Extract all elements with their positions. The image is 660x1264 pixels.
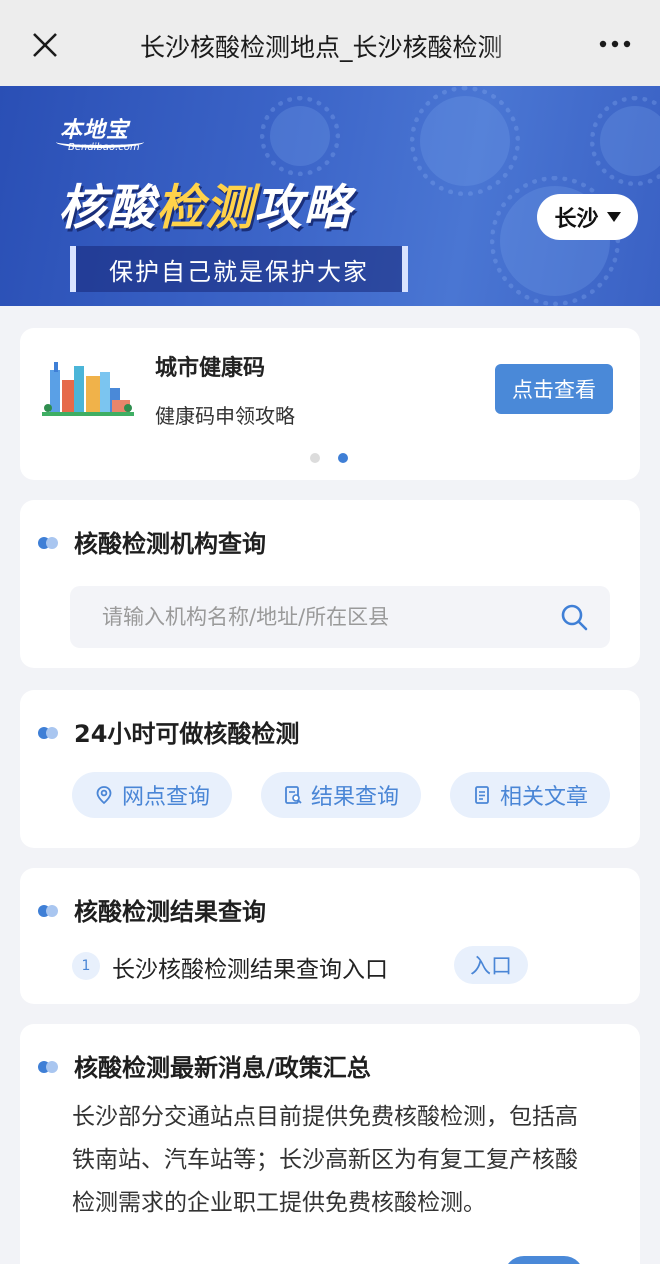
virus-decoration: [590, 96, 660, 186]
more-button[interactable]: [504, 1256, 584, 1264]
city-selector[interactable]: 长沙: [537, 194, 638, 240]
section-bullet-icon: [38, 724, 64, 740]
more-dots-icon[interactable]: [598, 38, 632, 50]
banner-title-part: 核酸: [58, 180, 157, 236]
health-code-card: 城市健康码 健康码申领攻略 点击查看: [20, 328, 640, 480]
section-header: 核酸检测机构查询: [38, 524, 266, 559]
carousel-dot-active[interactable]: [338, 453, 348, 463]
city-label: 长沙: [554, 207, 599, 232]
search-document-icon: [285, 786, 302, 804]
health-code-subtitle: 健康码申领攻略: [155, 404, 295, 428]
latest-news-card: 核酸检测最新消息/政策汇总 长沙部分交通站点目前提供免费核酸检测，包括高铁南站、…: [20, 1024, 640, 1264]
section-title: 24小时可做核酸检测: [74, 720, 300, 748]
health-code-title: 城市健康码: [155, 356, 266, 381]
banner-title-highlight: 检测: [156, 180, 255, 236]
entry-button[interactable]: 入口: [454, 946, 528, 984]
article-icon: [475, 786, 489, 804]
banner-slogan: 保护自己就是保护大家: [109, 257, 369, 286]
caret-down-icon: [606, 212, 621, 222]
24h-testing-card: 24小时可做核酸检测 网点查询 结果查询 相关文章: [20, 690, 640, 848]
item-number-badge: 1: [72, 952, 100, 980]
site-query-chip[interactable]: 网点查询: [72, 772, 232, 818]
banner-title: 核酸检测攻略: [58, 168, 352, 238]
city-buildings-icon: [42, 362, 134, 416]
section-title: 核酸检测机构查询: [74, 530, 266, 558]
section-bullet-icon: [38, 534, 64, 550]
search-input[interactable]: [102, 586, 532, 648]
section-header: 24小时可做核酸检测: [38, 714, 299, 749]
chip-label: 网点查询: [121, 785, 210, 810]
section-bullet-icon: [38, 902, 64, 918]
search-icon[interactable]: [560, 603, 588, 631]
carousel-dot[interactable]: [310, 453, 320, 463]
section-title: 核酸检测最新消息/政策汇总: [74, 1054, 371, 1082]
section-title: 核酸检测结果查询: [74, 898, 266, 926]
virus-decoration: [260, 96, 340, 176]
section-bullet-icon: [38, 1058, 64, 1074]
banner-title-part: 攻略: [254, 180, 353, 236]
chip-label: 结果查询: [310, 785, 399, 810]
result-query-chip[interactable]: 结果查询: [261, 772, 421, 818]
close-icon[interactable]: [30, 30, 60, 60]
virus-decoration: [410, 86, 520, 196]
related-articles-chip[interactable]: 相关文章: [450, 772, 610, 818]
slogan-box: 保护自己就是保护大家: [70, 246, 408, 292]
chip-label: 相关文章: [499, 785, 588, 810]
page-title: 长沙核酸检测地点_长沙核酸检测: [140, 33, 503, 62]
hero-banner: 本地宝 Bendibao.com 核酸检测攻略 保护自己就是保护大家 长沙: [0, 86, 660, 306]
carousel-indicator: [310, 453, 348, 463]
brand-logo-sub: Bendibao.com: [68, 142, 140, 153]
news-body-text: 长沙部分交通站点目前提供免费核酸检测，包括高铁南站、汽车站等；长沙高新区为有复工…: [72, 1104, 578, 1216]
top-nav-bar: 长沙核酸检测地点_长沙核酸检测: [0, 0, 660, 86]
result-query-link[interactable]: 长沙核酸检测结果查询入口: [112, 950, 388, 984]
testing-institution-search-card: 核酸检测机构查询: [20, 500, 640, 668]
section-header: 核酸检测最新消息/政策汇总: [38, 1048, 371, 1083]
section-header: 核酸检测结果查询: [38, 892, 266, 927]
location-pin-icon: [96, 786, 112, 805]
result-query-card: 核酸检测结果查询 1 长沙核酸检测结果查询入口 入口: [20, 868, 640, 1004]
view-health-code-button[interactable]: 点击查看: [495, 364, 613, 414]
search-box[interactable]: [70, 586, 610, 648]
